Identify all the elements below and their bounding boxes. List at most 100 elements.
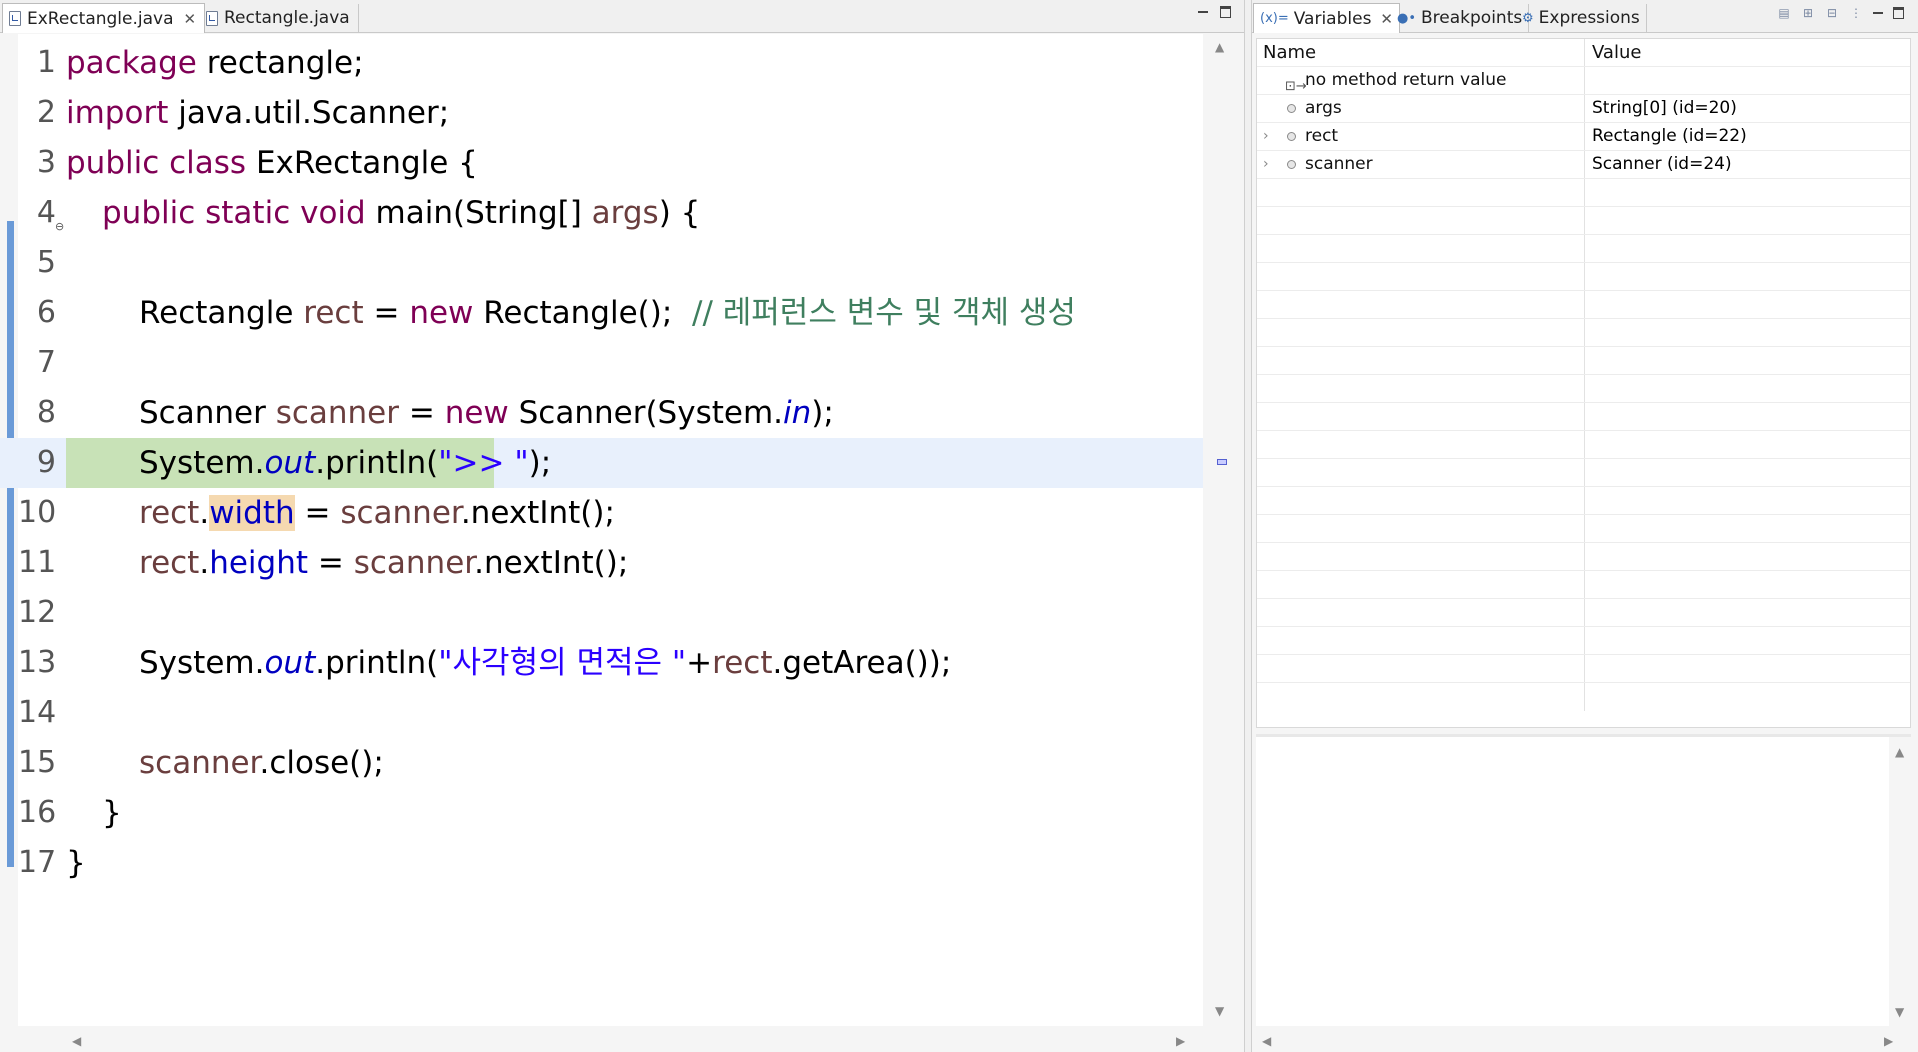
show-type-names-icon[interactable]: ▤ xyxy=(1777,6,1791,20)
close-icon[interactable]: ✕ xyxy=(184,10,197,28)
line-number: 9 xyxy=(36,445,56,480)
static-field: out xyxy=(264,445,316,481)
scroll-up-icon[interactable]: ▲ xyxy=(1895,745,1904,759)
variable-row[interactable]: ⊡→ no method return value xyxy=(1257,67,1910,95)
view-menu-icon[interactable]: ⋮ xyxy=(1849,6,1863,20)
string-literal: ">> " xyxy=(438,445,529,481)
variable-detail-pane[interactable]: ▲ ▼ xyxy=(1256,734,1911,1026)
empty-row xyxy=(1257,347,1910,375)
collapse-all-icon[interactable]: ⊟ xyxy=(1825,6,1839,20)
maximize-icon[interactable] xyxy=(1893,7,1904,19)
code-line[interactable]: 2 import java.util.Scanner; xyxy=(0,88,1203,138)
scroll-down-icon[interactable]: ▼ xyxy=(1895,1005,1904,1019)
variable-value: Rectangle (id=22) xyxy=(1592,126,1747,146)
empty-row xyxy=(1257,403,1910,431)
view-toolbar: ▤ ⊞ ⊟ ⋮ xyxy=(1777,6,1904,20)
empty-row xyxy=(1257,319,1910,347)
parameter: args xyxy=(591,195,659,231)
code-line[interactable]: 11 rect.height = scanner.nextInt(); xyxy=(0,538,1203,588)
scroll-right-icon[interactable]: ▶ xyxy=(1884,1034,1893,1048)
tab-label: Expressions xyxy=(1538,8,1640,28)
code-text: ExRectangle { xyxy=(246,145,478,181)
variable-value: String[0] (id=20) xyxy=(1592,98,1737,118)
scroll-right-icon[interactable]: ▶ xyxy=(1176,1034,1185,1048)
column-header-value[interactable]: Value xyxy=(1586,39,1910,66)
detail-vertical-scrollbar[interactable]: ▲ ▼ xyxy=(1889,737,1911,1026)
code-line[interactable]: 10 rect.width = scanner.nextInt(); xyxy=(0,488,1203,538)
variable-name-cell: › scanner xyxy=(1257,151,1585,178)
tab-expressions[interactable]: ⚙ Expressions xyxy=(1516,4,1647,32)
tab-exrectangle-java[interactable]: ExRectangle.java ✕ xyxy=(2,3,206,33)
variable-row[interactable]: › scanner Scanner (id=24) xyxy=(1257,151,1910,179)
variable-value xyxy=(1586,67,1910,94)
variable-row[interactable]: › rect Rectangle (id=22) xyxy=(1257,123,1910,151)
line-number: 3 xyxy=(36,145,56,180)
empty-row xyxy=(1257,627,1910,655)
tab-label: Variables xyxy=(1293,8,1372,29)
minimize-icon[interactable] xyxy=(1198,11,1208,13)
scroll-left-icon[interactable]: ◀ xyxy=(1262,1034,1271,1048)
code-line[interactable]: 17} xyxy=(0,838,1203,888)
editor-vertical-scrollbar[interactable]: ▲ ▼ xyxy=(1203,34,1239,1026)
line-number: 10 xyxy=(18,495,57,530)
tab-label: ExRectangle.java xyxy=(27,8,174,29)
keyword: import xyxy=(66,95,169,131)
expand-chevron-icon[interactable]: › xyxy=(1263,151,1269,178)
empty-cell xyxy=(1257,431,1585,458)
empty-cell xyxy=(1257,235,1585,262)
empty-cell xyxy=(1257,543,1585,570)
code-line[interactable]: 1 package rectangle; xyxy=(0,38,1203,88)
line-number: 4 xyxy=(36,195,56,230)
expand-chevron-icon[interactable]: › xyxy=(1263,123,1269,150)
minimize-icon[interactable] xyxy=(1873,12,1883,14)
editor-horizontal-scrollbar[interactable]: ◀ ▶ xyxy=(64,1030,1203,1052)
code-line[interactable]: 3 public class ExRectangle { xyxy=(0,138,1203,188)
line-number: 11 xyxy=(18,545,57,580)
column-header-name[interactable]: Name xyxy=(1257,39,1585,66)
code-line[interactable]: 13 System.out.println("사각형의 면적은 "+rect.ge… xyxy=(0,638,1203,688)
current-line[interactable]: 9 System.out.println(">> "); xyxy=(0,438,1203,488)
code-text: .getArea()); xyxy=(772,645,952,681)
code-line[interactable]: 14 xyxy=(0,688,1203,738)
line-number: 15 xyxy=(18,745,57,780)
empty-cell xyxy=(1257,403,1585,430)
scroll-up-icon[interactable]: ▲ xyxy=(1215,40,1224,54)
empty-cell xyxy=(1257,599,1585,626)
code-text: Rectangle(); xyxy=(473,295,693,331)
tab-rectangle-java[interactable]: Rectangle.java xyxy=(200,4,359,32)
code-text: .println( xyxy=(315,645,439,681)
empty-cell xyxy=(1257,319,1585,346)
code-line[interactable]: 8 Scanner scanner = new Scanner(System.in… xyxy=(0,388,1203,438)
variable-row[interactable]: args String[0] (id=20) xyxy=(1257,95,1910,123)
overview-ruler-mark[interactable] xyxy=(1217,459,1227,465)
detail-horizontal-scrollbar[interactable]: ◀ ▶ xyxy=(1256,1030,1911,1052)
debug-views-pane: (x)= Variables ✕ ●• Breakpoints ⚙ Expres… xyxy=(1251,0,1918,1052)
code-line[interactable]: 7 xyxy=(0,338,1203,388)
scroll-down-icon[interactable]: ▼ xyxy=(1215,1004,1224,1018)
empty-cell xyxy=(1257,263,1585,290)
code-line[interactable]: 4 ⊖ public static void main(String[] args)… xyxy=(0,188,1203,238)
show-logical-structure-icon[interactable]: ⊞ xyxy=(1801,6,1815,20)
empty-cell xyxy=(1257,515,1585,542)
line-number: 14 xyxy=(18,695,57,730)
code-text: . xyxy=(199,495,210,531)
line-number: 8 xyxy=(36,395,56,430)
empty-row xyxy=(1257,543,1910,571)
code-line[interactable]: 15 scanner.close(); xyxy=(0,738,1203,788)
code-text: main(String[] xyxy=(365,195,592,231)
code-text: rectangle; xyxy=(196,45,364,81)
maximize-icon[interactable] xyxy=(1220,6,1231,18)
code-line[interactable]: 5 xyxy=(0,238,1203,288)
empty-cell xyxy=(1257,571,1585,598)
tab-variables[interactable]: (x)= Variables ✕ xyxy=(1253,3,1400,33)
java-file-icon xyxy=(9,11,21,26)
editor-tab-bar: ExRectangle.java ✕ Rectangle.java xyxy=(0,0,1244,33)
local-variable: scanner xyxy=(275,395,399,431)
breakpoints-icon: ●• xyxy=(1397,10,1417,26)
scroll-left-icon[interactable]: ◀ xyxy=(72,1034,81,1048)
tab-breakpoints[interactable]: ●• Breakpoints xyxy=(1391,4,1530,32)
code-line[interactable]: 6 Rectangle rect = new Rectangle(); // 레퍼… xyxy=(0,288,1203,338)
empty-row xyxy=(1257,179,1910,207)
code-line[interactable]: 12 xyxy=(0,588,1203,638)
code-line[interactable]: 16} xyxy=(0,788,1203,838)
